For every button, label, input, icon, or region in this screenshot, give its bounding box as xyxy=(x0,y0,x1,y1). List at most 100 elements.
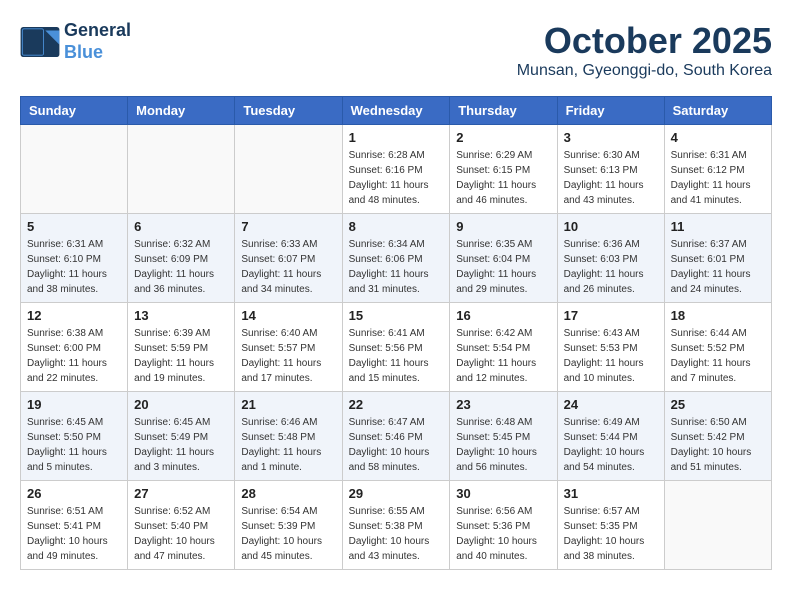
day-info: Sunrise: 6:33 AM Sunset: 6:07 PM Dayligh… xyxy=(241,237,335,297)
calendar-cell: 3 Sunrise: 6:30 AM Sunset: 6:13 PM Daylig… xyxy=(557,125,664,214)
day-info: Sunrise: 6:45 AM Sunset: 5:49 PM Dayligh… xyxy=(134,415,228,475)
day-number: 27 xyxy=(134,486,228,501)
day-info: Sunrise: 6:56 AM Sunset: 5:36 PM Dayligh… xyxy=(456,504,550,564)
calendar-header: SundayMondayTuesdayWednesdayThursdayFrid… xyxy=(21,97,772,125)
calendar-cell: 29 Sunrise: 6:55 AM Sunset: 5:38 PM Dayli… xyxy=(342,481,450,570)
calendar-cell: 31 Sunrise: 6:57 AM Sunset: 5:35 PM Dayli… xyxy=(557,481,664,570)
day-number: 9 xyxy=(456,219,550,234)
day-info: Sunrise: 6:43 AM Sunset: 5:53 PM Dayligh… xyxy=(564,326,658,386)
weekday-header-thursday: Thursday xyxy=(450,97,557,125)
day-number: 15 xyxy=(349,308,444,323)
calendar-week-3: 12Sunrise: 6:38 AM Sunset: 6:00 PM Dayli… xyxy=(21,303,772,392)
calendar-cell: 20 Sunrise: 6:45 AM Sunset: 5:49 PM Dayli… xyxy=(128,392,235,481)
day-info: Sunrise: 6:39 AM Sunset: 5:59 PM Dayligh… xyxy=(134,326,228,386)
day-info: Sunrise: 6:30 AM Sunset: 6:13 PM Dayligh… xyxy=(564,148,658,208)
day-number: 8 xyxy=(349,219,444,234)
calendar-cell: 18Sunrise: 6:44 AM Sunset: 5:52 PM Dayli… xyxy=(664,303,771,392)
day-number: 31 xyxy=(564,486,658,501)
day-info: Sunrise: 6:34 AM Sunset: 6:06 PM Dayligh… xyxy=(349,237,444,297)
day-info: Sunrise: 6:46 AM Sunset: 5:48 PM Dayligh… xyxy=(241,415,335,475)
calendar-cell: 6 Sunrise: 6:32 AM Sunset: 6:09 PM Daylig… xyxy=(128,214,235,303)
day-info: Sunrise: 6:35 AM Sunset: 6:04 PM Dayligh… xyxy=(456,237,550,297)
day-number: 20 xyxy=(134,397,228,412)
weekday-header-wednesday: Wednesday xyxy=(342,97,450,125)
logo-line2: Blue xyxy=(64,42,103,62)
location: Munsan, Gyeonggi-do, South Korea xyxy=(517,62,772,80)
day-number: 12 xyxy=(27,308,121,323)
day-info: Sunrise: 6:41 AM Sunset: 5:56 PM Dayligh… xyxy=(349,326,444,386)
calendar-week-2: 5Sunrise: 6:31 AM Sunset: 6:10 PM Daylig… xyxy=(21,214,772,303)
calendar-cell: 11Sunrise: 6:37 AM Sunset: 6:01 PM Dayli… xyxy=(664,214,771,303)
calendar-cell: 5Sunrise: 6:31 AM Sunset: 6:10 PM Daylig… xyxy=(21,214,128,303)
day-info: Sunrise: 6:55 AM Sunset: 5:38 PM Dayligh… xyxy=(349,504,444,564)
day-number: 23 xyxy=(456,397,550,412)
day-number: 10 xyxy=(564,219,658,234)
calendar-cell: 30 Sunrise: 6:56 AM Sunset: 5:36 PM Dayli… xyxy=(450,481,557,570)
day-info: Sunrise: 6:45 AM Sunset: 5:50 PM Dayligh… xyxy=(27,415,121,475)
day-number: 19 xyxy=(27,397,121,412)
day-number: 17 xyxy=(564,308,658,323)
weekday-header-sunday: Sunday xyxy=(21,97,128,125)
weekday-header-row: SundayMondayTuesdayWednesdayThursdayFrid… xyxy=(21,97,772,125)
logo-text: General Blue xyxy=(64,20,131,63)
day-number: 25 xyxy=(671,397,765,412)
logo-icon xyxy=(20,27,60,57)
calendar-cell: 7 Sunrise: 6:33 AM Sunset: 6:07 PM Daylig… xyxy=(235,214,342,303)
day-number: 11 xyxy=(671,219,765,234)
calendar-body: 1 Sunrise: 6:28 AM Sunset: 6:16 PM Daylig… xyxy=(21,125,772,570)
title-block: October 2025 Munsan, Gyeonggi-do, South … xyxy=(517,20,772,80)
day-info: Sunrise: 6:40 AM Sunset: 5:57 PM Dayligh… xyxy=(241,326,335,386)
day-info: Sunrise: 6:57 AM Sunset: 5:35 PM Dayligh… xyxy=(564,504,658,564)
day-info: Sunrise: 6:47 AM Sunset: 5:46 PM Dayligh… xyxy=(349,415,444,475)
calendar-cell xyxy=(128,125,235,214)
day-info: Sunrise: 6:44 AM Sunset: 5:52 PM Dayligh… xyxy=(671,326,765,386)
calendar-cell: 19 Sunrise: 6:45 AM Sunset: 5:50 PM Dayli… xyxy=(21,392,128,481)
day-number: 3 xyxy=(564,130,658,145)
calendar-cell: 21 Sunrise: 6:46 AM Sunset: 5:48 PM Dayli… xyxy=(235,392,342,481)
day-info: Sunrise: 6:54 AM Sunset: 5:39 PM Dayligh… xyxy=(241,504,335,564)
day-number: 7 xyxy=(241,219,335,234)
calendar-cell: 24Sunrise: 6:49 AM Sunset: 5:44 PM Dayli… xyxy=(557,392,664,481)
calendar-cell: 16 Sunrise: 6:42 AM Sunset: 5:54 PM Dayli… xyxy=(450,303,557,392)
day-info: Sunrise: 6:51 AM Sunset: 5:41 PM Dayligh… xyxy=(27,504,121,564)
day-number: 14 xyxy=(241,308,335,323)
day-number: 29 xyxy=(349,486,444,501)
day-number: 4 xyxy=(671,130,765,145)
day-number: 21 xyxy=(241,397,335,412)
day-number: 30 xyxy=(456,486,550,501)
calendar-cell: 27Sunrise: 6:52 AM Sunset: 5:40 PM Dayli… xyxy=(128,481,235,570)
calendar-cell: 22 Sunrise: 6:47 AM Sunset: 5:46 PM Dayli… xyxy=(342,392,450,481)
logo: General Blue xyxy=(20,20,131,63)
day-info: Sunrise: 6:50 AM Sunset: 5:42 PM Dayligh… xyxy=(671,415,765,475)
calendar-cell: 8 Sunrise: 6:34 AM Sunset: 6:06 PM Daylig… xyxy=(342,214,450,303)
day-number: 16 xyxy=(456,308,550,323)
day-info: Sunrise: 6:36 AM Sunset: 6:03 PM Dayligh… xyxy=(564,237,658,297)
day-info: Sunrise: 6:31 AM Sunset: 6:10 PM Dayligh… xyxy=(27,237,121,297)
calendar-cell: 9 Sunrise: 6:35 AM Sunset: 6:04 PM Daylig… xyxy=(450,214,557,303)
day-info: Sunrise: 6:29 AM Sunset: 6:15 PM Dayligh… xyxy=(456,148,550,208)
calendar-cell: 15 Sunrise: 6:41 AM Sunset: 5:56 PM Dayli… xyxy=(342,303,450,392)
day-number: 22 xyxy=(349,397,444,412)
calendar-cell: 13Sunrise: 6:39 AM Sunset: 5:59 PM Dayli… xyxy=(128,303,235,392)
calendar-cell: 26Sunrise: 6:51 AM Sunset: 5:41 PM Dayli… xyxy=(21,481,128,570)
day-info: Sunrise: 6:28 AM Sunset: 6:16 PM Dayligh… xyxy=(349,148,444,208)
weekday-header-monday: Monday xyxy=(128,97,235,125)
day-number: 6 xyxy=(134,219,228,234)
day-number: 1 xyxy=(349,130,444,145)
calendar-cell: 25 Sunrise: 6:50 AM Sunset: 5:42 PM Dayli… xyxy=(664,392,771,481)
weekday-header-saturday: Saturday xyxy=(664,97,771,125)
calendar-cell: 2Sunrise: 6:29 AM Sunset: 6:15 PM Daylig… xyxy=(450,125,557,214)
day-info: Sunrise: 6:31 AM Sunset: 6:12 PM Dayligh… xyxy=(671,148,765,208)
weekday-header-friday: Friday xyxy=(557,97,664,125)
day-info: Sunrise: 6:42 AM Sunset: 5:54 PM Dayligh… xyxy=(456,326,550,386)
calendar-cell: 17 Sunrise: 6:43 AM Sunset: 5:53 PM Dayli… xyxy=(557,303,664,392)
day-number: 28 xyxy=(241,486,335,501)
calendar-cell: 23Sunrise: 6:48 AM Sunset: 5:45 PM Dayli… xyxy=(450,392,557,481)
calendar-week-5: 26Sunrise: 6:51 AM Sunset: 5:41 PM Dayli… xyxy=(21,481,772,570)
logo-line1: General xyxy=(64,20,131,42)
calendar-cell xyxy=(235,125,342,214)
day-info: Sunrise: 6:32 AM Sunset: 6:09 PM Dayligh… xyxy=(134,237,228,297)
calendar-table: SundayMondayTuesdayWednesdayThursdayFrid… xyxy=(20,96,772,570)
calendar-cell: 14 Sunrise: 6:40 AM Sunset: 5:57 PM Dayli… xyxy=(235,303,342,392)
weekday-header-tuesday: Tuesday xyxy=(235,97,342,125)
